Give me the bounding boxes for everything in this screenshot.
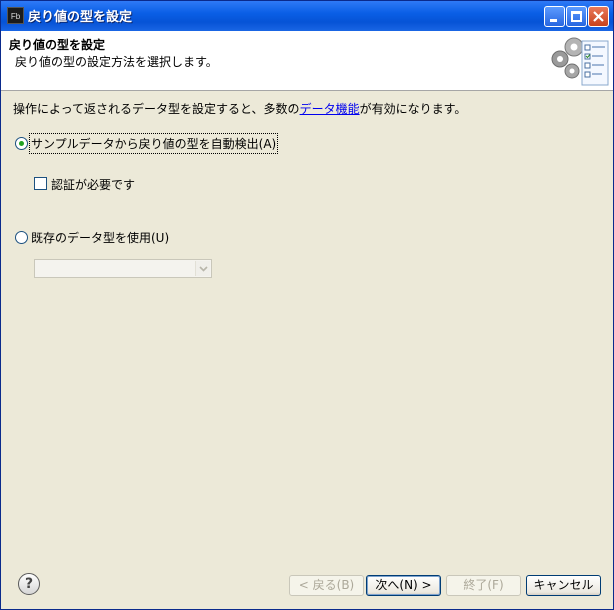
use-existing-type-label[interactable]: 既存のデータ型を使用(U) <box>31 229 169 246</box>
combo-dropdown-button[interactable] <box>195 261 210 276</box>
info-text-before: 操作によって返されるデータ型を設定すると、多数の <box>13 102 300 116</box>
maximize-button[interactable] <box>566 6 587 27</box>
wizard-dialog: Fb 戻り値の型を設定 戻り値の型を設定 戻り値の型の設定方法を選択します。 操… <box>0 0 614 610</box>
minimize-button[interactable] <box>544 6 565 27</box>
maximize-icon <box>571 11 582 22</box>
data-type-combo[interactable] <box>34 259 212 278</box>
title-bar[interactable]: Fb 戻り値の型を設定 <box>1 1 613 31</box>
minimize-icon <box>550 19 557 22</box>
back-button[interactable]: < 戻る(B) <box>289 575 364 596</box>
page-title: 戻り値の型を設定 <box>9 38 106 52</box>
info-text: 操作によって返されるデータ型を設定すると、多数のデータ機能が有効になります。 <box>13 100 466 117</box>
use-existing-type-radio[interactable] <box>15 231 28 244</box>
auto-detect-label[interactable]: サンプルデータから戻り値の型を自動検出(A) <box>28 133 279 154</box>
cancel-button[interactable]: キャンセル <box>526 575 601 596</box>
close-icon <box>593 11 604 22</box>
radio-selected-dot <box>19 141 24 146</box>
info-text-after: が有効になります。 <box>359 102 467 116</box>
close-button[interactable] <box>588 6 609 27</box>
flash-builder-app-icon: Fb <box>7 7 24 24</box>
auto-detect-radio[interactable] <box>15 137 28 150</box>
page-description: 戻り値の型の設定方法を選択します。 <box>15 55 218 69</box>
auth-required-checkbox[interactable] <box>34 177 47 190</box>
wizard-header: 戻り値の型を設定 戻り値の型の設定方法を選択します。 <box>1 31 613 91</box>
chevron-down-icon <box>199 266 208 272</box>
data-features-link[interactable]: データ機能 <box>300 102 360 116</box>
auth-required-label[interactable]: 認証が必要です <box>51 176 135 193</box>
help-button[interactable]: ? <box>18 573 40 595</box>
window-title: 戻り値の型を設定 <box>28 10 133 25</box>
finish-button[interactable]: 終了(F) <box>446 575 521 596</box>
settings-gears-icon <box>551 37 609 86</box>
next-button[interactable]: 次へ(N) > <box>366 575 441 596</box>
